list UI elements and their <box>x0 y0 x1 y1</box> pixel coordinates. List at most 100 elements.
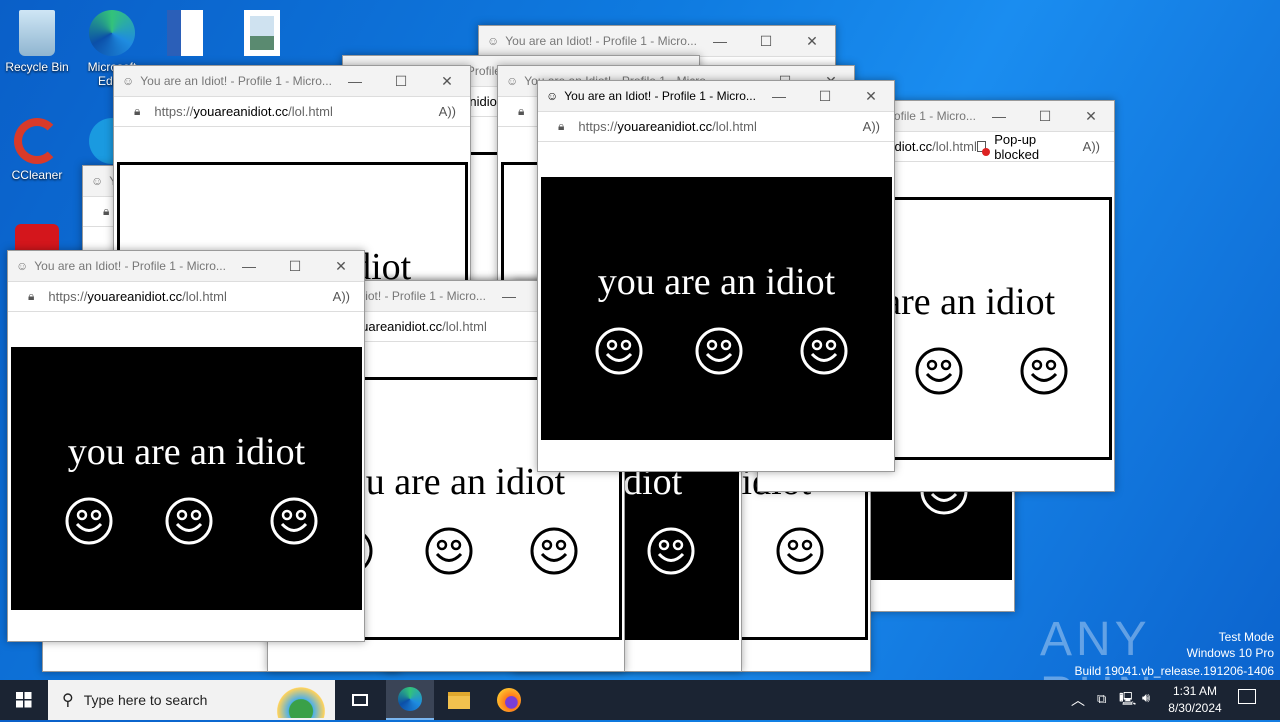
title-bar[interactable]: ☺ You are an Idiot! - Profile 1 - Micro.… <box>538 81 894 111</box>
read-aloud-icon[interactable]: A)) <box>863 119 880 134</box>
search-highlight-icon <box>273 684 329 718</box>
minimize-button[interactable]: — <box>332 73 378 89</box>
window-title: You are an Idiot! - Profile 1 - Micro... <box>140 74 332 88</box>
smiley-favicon-icon: ☺ <box>122 74 135 88</box>
url-scheme: https:// <box>578 119 618 134</box>
title-bar[interactable]: ☺ You are an Idiot! - Profile 1 - Micro.… <box>479 26 835 56</box>
desktop-icon-image[interactable] <box>225 10 299 60</box>
smiley-favicon-icon: ☺ <box>91 174 104 188</box>
browser-popup-window[interactable]: ☺ You are an Idiot! - Profile 1 - Micro.… <box>537 80 895 472</box>
read-aloud-icon[interactable]: A)) <box>333 289 350 304</box>
window-title: You are an Idiot! - Profile 1 - Micro... <box>34 259 226 273</box>
lock-icon: 🔒︎ <box>134 104 141 118</box>
lock-icon: 🔒︎ <box>28 289 35 303</box>
url-path: /lol.html <box>932 139 977 154</box>
maximize-button[interactable]: ☐ <box>743 33 789 50</box>
smiley-favicon-icon: ☺ <box>506 74 519 88</box>
url-text[interactable]: https://youareanidiot.cc/lol.html <box>578 119 862 134</box>
url-domain: youareanidiot.cc <box>193 104 289 119</box>
read-aloud-icon[interactable]: A)) <box>1083 139 1100 154</box>
volume-icon[interactable]: 🔊︎ <box>1142 690 1150 706</box>
maximize-button[interactable]: ☐ <box>802 88 848 105</box>
desktop-icon-ccleaner[interactable]: CCleaner <box>0 118 74 182</box>
url-path: /lol.html <box>442 319 487 334</box>
page-content: you are an idiot <box>11 347 362 610</box>
network-icon[interactable]: 🖳 <box>1119 690 1136 712</box>
meet-now-icon[interactable]: ⧉ <box>1097 691 1106 707</box>
url-path: /lol.html <box>288 104 333 119</box>
firefox-icon <box>497 688 521 712</box>
smiley-favicon-icon: ☺ <box>546 89 559 103</box>
taskbar-edge-button[interactable] <box>386 680 434 720</box>
start-button[interactable] <box>0 680 48 720</box>
title-bar[interactable]: ☺ You are an Idiot! - Profile 1 - Micro.… <box>114 66 470 96</box>
window-title: You are an Idiot! - Profile 1 - Micro... <box>564 89 756 103</box>
ccleaner-icon <box>14 118 60 164</box>
search-box[interactable]: ⚲ Type here to search <box>48 680 335 720</box>
minimize-button[interactable]: — <box>226 258 272 274</box>
taskbar: ⚲ Type here to search ︿ ⧉ 🖳 🔊︎ 1:31 AM 8… <box>0 680 1280 720</box>
minimize-button[interactable]: — <box>756 88 802 104</box>
url-path: /lol.html <box>182 289 227 304</box>
image-file-icon <box>244 10 280 56</box>
close-button[interactable]: ✕ <box>318 258 364 275</box>
task-view-icon <box>352 694 368 706</box>
smiley-favicon-icon: ☺ <box>487 34 500 48</box>
search-placeholder: Type here to search <box>83 692 208 708</box>
minimize-button[interactable]: — <box>976 108 1022 124</box>
browser-popup-window[interactable]: ☺ You are an Idiot! - Profile 1 - Micro.… <box>7 250 365 642</box>
window-title: You are an Idiot! - Profile 1 - Micro... <box>505 34 697 48</box>
desktop-icon-word[interactable] <box>148 10 222 60</box>
folder-icon <box>448 691 470 709</box>
url-scheme: https:// <box>154 104 194 119</box>
edge-icon <box>398 687 422 711</box>
title-bar[interactable]: ☺ You are an Idiot! - Profile 1 - Micro.… <box>8 251 364 281</box>
address-bar[interactable]: 🔒︎ https://youareanidiot.cc/lol.html A)) <box>8 281 364 312</box>
close-button[interactable]: ✕ <box>1068 108 1114 125</box>
taskbar-firefox-button[interactable] <box>485 680 533 720</box>
close-button[interactable]: ✕ <box>848 88 894 105</box>
url-path: /lol.html <box>712 119 757 134</box>
read-aloud-icon[interactable]: A)) <box>439 104 456 119</box>
recycle-bin-icon <box>19 10 55 56</box>
minimize-button[interactable]: — <box>486 288 532 304</box>
maximize-button[interactable]: ☐ <box>378 73 424 90</box>
date: 8/30/2024 <box>1168 701 1222 715</box>
time: 1:31 AM <box>1172 684 1218 698</box>
icon-label: Recycle Bin <box>5 60 69 74</box>
minimize-button[interactable]: — <box>697 33 743 49</box>
url-domain: youareanidiot.cc <box>617 119 713 134</box>
popup-blocked-label: Pop-up blocked <box>994 131 1040 162</box>
build-text: Build 19041.vb_release.191206-1406 <box>1074 664 1275 678</box>
url-domain: youareanidiot.cc <box>87 289 183 304</box>
windows-edition-text: Windows 10 Pro <box>1186 646 1274 660</box>
maximize-button[interactable]: ☐ <box>272 258 318 275</box>
clock[interactable]: 1:31 AM 8/30/2024 <box>1162 683 1228 717</box>
popup-blocked-icon <box>976 141 991 156</box>
smiley-favicon-icon: ☺ <box>16 259 29 273</box>
search-icon: ⚲ <box>62 692 74 709</box>
maximize-button[interactable]: ☐ <box>1022 108 1068 125</box>
url-text[interactable]: https://youareanidiot.cc/lol.html <box>154 104 438 119</box>
lock-icon: 🔒︎ <box>558 119 565 133</box>
desktop-icon-recycle-bin[interactable]: Recycle Bin <box>0 10 74 74</box>
chevron-up-icon[interactable]: ︿ <box>1071 690 1085 710</box>
windows-logo-icon <box>16 692 32 708</box>
address-bar[interactable]: 🔒︎ https://youareanidiot.cc/lol.html A)) <box>114 96 470 127</box>
idiot-text: you are an idiot <box>67 431 306 473</box>
lock-icon: 🔒︎ <box>518 104 525 118</box>
task-view-button[interactable] <box>336 680 384 720</box>
icon-label: CCleaner <box>11 168 63 182</box>
close-button[interactable]: ✕ <box>789 33 835 50</box>
word-document-icon <box>167 10 203 56</box>
page-content: you are an idiot <box>541 177 892 440</box>
taskbar-explorer-button[interactable] <box>435 680 483 720</box>
url-scheme: https:// <box>48 289 88 304</box>
notifications-icon[interactable] <box>1238 689 1256 704</box>
url-text[interactable]: https://youareanidiot.cc/lol.html <box>48 289 332 304</box>
popup-blocked-indicator[interactable]: Pop-up blocked <box>976 131 1061 162</box>
address-bar[interactable]: 🔒︎ https://youareanidiot.cc/lol.html A)) <box>538 111 894 142</box>
idiot-text: you are an idiot <box>597 261 836 303</box>
lock-icon: 🔒︎ <box>103 204 110 218</box>
close-button[interactable]: ✕ <box>424 73 470 90</box>
